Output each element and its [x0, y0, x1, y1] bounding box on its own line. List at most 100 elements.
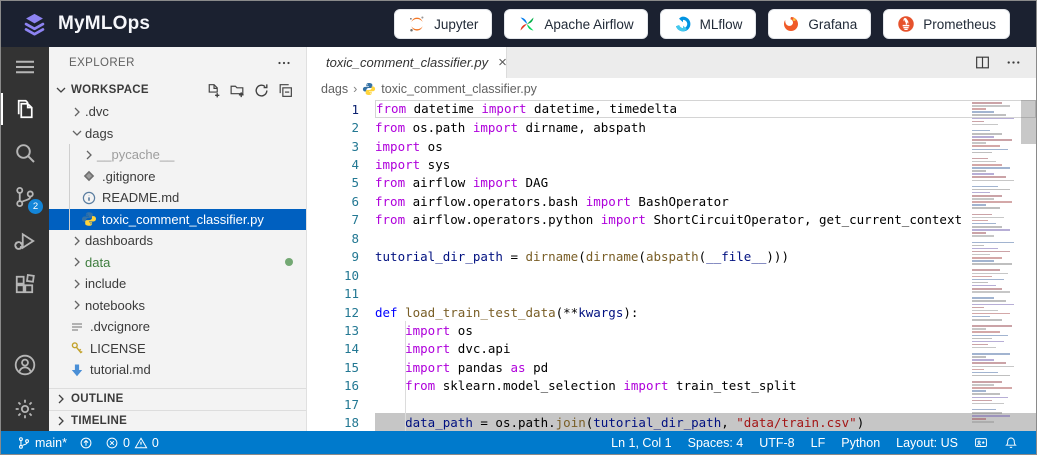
- eol[interactable]: LF: [803, 436, 834, 450]
- list-icon: [69, 319, 85, 335]
- line-number: 15: [307, 360, 359, 375]
- tree-item-notebooks[interactable]: notebooks: [49, 295, 306, 317]
- tree-item-label: dags: [85, 126, 113, 141]
- code-line-6[interactable]: 6from airflow.operators.bash import Bash…: [307, 192, 1036, 210]
- minimap[interactable]: [969, 100, 1021, 431]
- encoding[interactable]: UTF-8: [751, 436, 802, 450]
- code-line-14[interactable]: 14 import dvc.api: [307, 340, 1036, 358]
- close-tab-icon[interactable]: ×: [495, 54, 510, 71]
- code-line-16[interactable]: 16 from sklearn.model_selection import t…: [307, 377, 1036, 395]
- grafana-button[interactable]: Grafana: [768, 9, 871, 39]
- split-editor-icon[interactable]: [974, 54, 991, 71]
- apache-airflow-button[interactable]: Apache Airflow: [504, 9, 647, 39]
- publish-changes[interactable]: [73, 436, 99, 450]
- tree-item-data[interactable]: data: [49, 252, 306, 274]
- code-line-11[interactable]: 11: [307, 284, 1036, 302]
- tree-item--dvcignore[interactable]: .dvcignore: [49, 316, 306, 338]
- code-line-12[interactable]: 12def load_train_test_data(**kwargs):: [307, 303, 1036, 321]
- code-line-2[interactable]: 2from os.path import dirname, abspath: [307, 118, 1036, 136]
- activity-explorer-icon[interactable]: [1, 87, 49, 131]
- tree-item-readme-md[interactable]: README.md: [49, 187, 306, 209]
- activity-run-debug-icon[interactable]: [1, 219, 49, 263]
- refresh-icon[interactable]: [253, 82, 270, 99]
- status-label: LF: [811, 436, 826, 450]
- activity-settings-icon[interactable]: [1, 387, 49, 431]
- more-actions-icon[interactable]: [276, 55, 292, 71]
- code-line-5[interactable]: 5from airflow import DAG: [307, 174, 1036, 192]
- tree-item-license[interactable]: LICENSE: [49, 338, 306, 360]
- tree-item--gitignore[interactable]: .gitignore: [49, 166, 306, 188]
- line-number: 5: [307, 175, 359, 190]
- line-text: from sklearn.model_selection import trai…: [375, 377, 1036, 395]
- new-folder-icon[interactable]: [229, 82, 246, 99]
- line-number: 10: [307, 268, 359, 283]
- code-line-4[interactable]: 4import sys: [307, 155, 1036, 173]
- tree-item-dags[interactable]: dags: [49, 123, 306, 145]
- breadcrumb-file[interactable]: toxic_comment_classifier.py: [381, 82, 537, 96]
- settings-icon: [13, 397, 37, 421]
- feedback[interactable]: [966, 436, 996, 450]
- section-label: OUTLINE: [71, 393, 124, 405]
- tree-item--pycache-[interactable]: __pycache__: [49, 144, 306, 166]
- button-label: Grafana: [808, 17, 857, 32]
- activity-extensions-icon[interactable]: [1, 263, 49, 307]
- chevron-right-icon: [53, 391, 69, 407]
- workspace-section-header[interactable]: WORKSPACE: [49, 79, 306, 101]
- mlflow-button[interactable]: MLflow: [660, 9, 757, 39]
- problems-indicator[interactable]: 00: [99, 436, 165, 450]
- line-text: from datetime import datetime, timedelta: [375, 100, 1036, 118]
- chevron-right-icon: [69, 233, 85, 249]
- tree-item--dvc[interactable]: .dvc: [49, 101, 306, 123]
- activity-search-icon[interactable]: [1, 131, 49, 175]
- tab-bar: toxic_comment_classifier.py ×: [307, 47, 1036, 78]
- code-line-13[interactable]: 13 import os: [307, 321, 1036, 339]
- code-line-10[interactable]: 10: [307, 266, 1036, 284]
- cursor-position[interactable]: Ln 1, Col 1: [603, 436, 679, 450]
- code-line-1[interactable]: 1from datetime import datetime, timedelt…: [307, 100, 1036, 118]
- notifications[interactable]: [996, 436, 1026, 450]
- prometheus-button[interactable]: Prometheus: [883, 9, 1010, 39]
- tree-item-label: .dvc: [85, 104, 109, 119]
- breadcrumb-separator: ›: [353, 82, 357, 96]
- jupyter-button[interactable]: Jupyter: [394, 9, 492, 39]
- code-line-3[interactable]: 3import os: [307, 137, 1036, 155]
- section-outline[interactable]: OUTLINE: [49, 388, 306, 410]
- code-line-15[interactable]: 15 import pandas as pd: [307, 358, 1036, 376]
- branch-indicator[interactable]: main*: [11, 436, 73, 450]
- activity-account-icon[interactable]: [1, 343, 49, 387]
- code-line-8[interactable]: 8: [307, 229, 1036, 247]
- code-line-9[interactable]: 9tutorial_dir_path = dirname(dirname(abs…: [307, 248, 1036, 266]
- line-text: from airflow.operators.python import Sho…: [375, 211, 1036, 229]
- menu-icon: [13, 55, 37, 79]
- indentation[interactable]: Spaces: 4: [680, 436, 752, 450]
- code-line-7[interactable]: 7from airflow.operators.python import Sh…: [307, 211, 1036, 229]
- line-text: data_path = os.path.join(tutorial_dir_pa…: [375, 413, 1036, 431]
- editor-group: toxic_comment_classifier.py × dags › tox…: [307, 47, 1036, 431]
- breadcrumb-folder[interactable]: dags: [321, 82, 348, 96]
- refresh-icon: [253, 82, 270, 99]
- chevron-right-icon: [53, 413, 69, 429]
- collapse-all-icon[interactable]: [277, 82, 294, 99]
- new-file-icon[interactable]: [205, 82, 222, 99]
- explorer-sidebar: EXPLORER WORKSPACE .dvcdags__pycache__.g…: [49, 47, 307, 431]
- activity-source-control-icon[interactable]: 2: [1, 175, 49, 219]
- scrollbar-slider[interactable]: [1021, 100, 1036, 144]
- tree-item-tutorial-md[interactable]: tutorial.md: [49, 359, 306, 381]
- activity-menu-icon[interactable]: [1, 47, 49, 87]
- status-label: Layout: US: [896, 436, 958, 450]
- python-icon: [81, 211, 97, 227]
- tree-item-include[interactable]: include: [49, 273, 306, 295]
- more-actions-icon[interactable]: [1005, 54, 1022, 71]
- tree-item-dashboards[interactable]: dashboards: [49, 230, 306, 252]
- section-timeline[interactable]: TIMELINE: [49, 410, 306, 432]
- keyboard-layout[interactable]: Layout: US: [888, 436, 966, 450]
- tree-indent-guide: [69, 144, 70, 230]
- tab-toxic-comment-classifier[interactable]: toxic_comment_classifier.py ×: [307, 47, 507, 78]
- code-editor[interactable]: 1from datetime import datetime, timedelt…: [307, 100, 1036, 431]
- warning-icon: [134, 436, 148, 450]
- language-mode[interactable]: Python: [833, 436, 888, 450]
- code-line-17[interactable]: 17: [307, 395, 1036, 413]
- code-line-18[interactable]: 18 data_path = os.path.join(tutorial_dir…: [307, 413, 1036, 431]
- line-text: import sys: [375, 155, 1036, 173]
- tree-item-toxic-comment-classifier-py[interactable]: toxic_comment_classifier.py: [49, 209, 306, 231]
